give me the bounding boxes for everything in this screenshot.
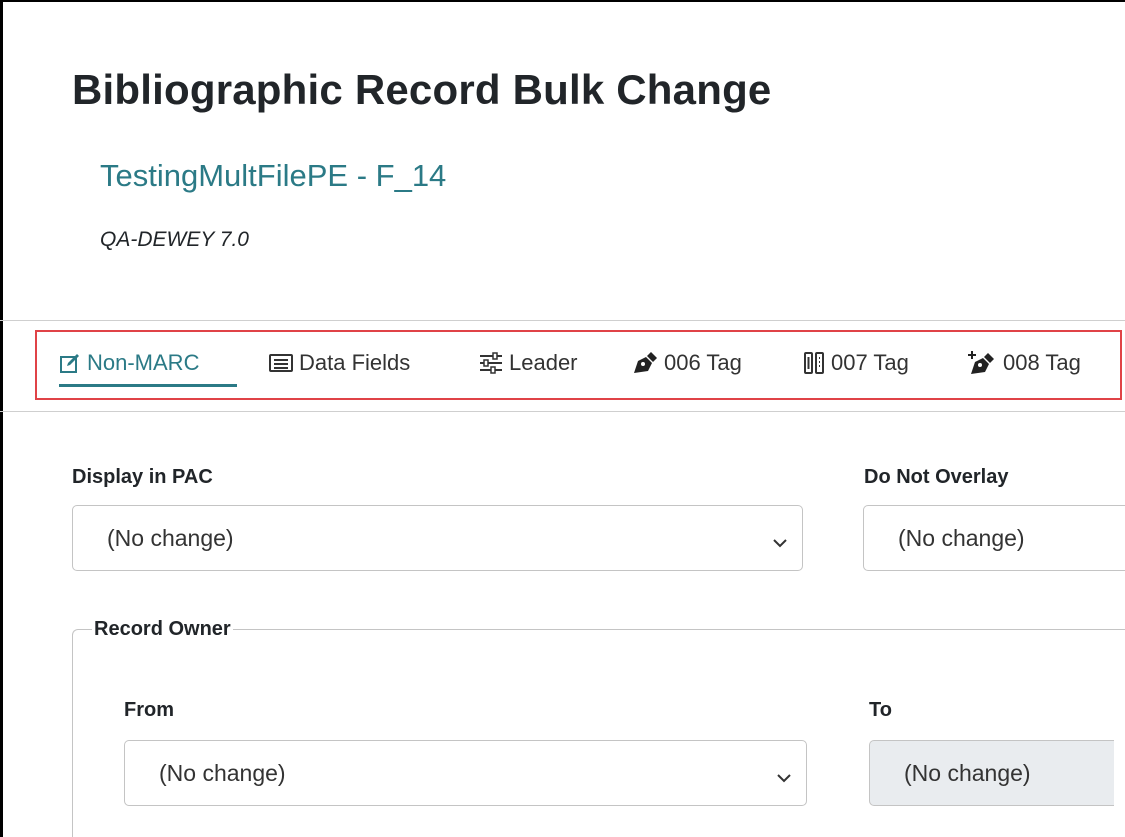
to-label: To — [869, 699, 892, 721]
chevron-down-icon — [776, 765, 792, 792]
divider — [0, 411, 1125, 412]
tab-006-tag[interactable]: 006 Tag — [632, 346, 742, 380]
tab-label: Leader — [509, 350, 578, 375]
tab-bar: Non-MARC Data Fields Leader 006 Tag 007 … — [35, 330, 1122, 400]
active-tab-indicator — [59, 384, 237, 387]
pen-nib-plus-icon — [967, 350, 997, 376]
tab-007-tag[interactable]: 007 Tag — [803, 346, 909, 380]
edit-square-icon — [59, 352, 81, 374]
columns-icon — [803, 351, 825, 375]
from-label: From — [124, 699, 174, 721]
divider — [0, 320, 1125, 321]
tab-label: 006 Tag — [664, 350, 742, 375]
record-owner-legend: Record Owner — [92, 618, 233, 641]
database-name: QA-DEWEY 7.0 — [100, 228, 249, 251]
tab-008-tag[interactable]: 008 Tag — [967, 346, 1081, 380]
record-set-name: TestingMultFilePE - F_14 — [100, 158, 447, 193]
record-owner-from-select[interactable]: (No change) — [124, 740, 807, 806]
list-card-icon — [269, 353, 293, 373]
do-not-overlay-label: Do Not Overlay — [864, 466, 1009, 488]
tab-non-marc[interactable]: Non-MARC — [59, 346, 199, 380]
select-value: (No change) — [904, 759, 1031, 786]
tab-data-fields[interactable]: Data Fields — [269, 346, 410, 380]
tab-leader[interactable]: Leader — [479, 346, 578, 380]
do-not-overlay-select[interactable]: (No change) — [863, 505, 1125, 571]
tab-label: 007 Tag — [831, 350, 909, 375]
display-in-pac-select[interactable]: (No change) — [72, 505, 803, 571]
tab-label: 008 Tag — [1003, 350, 1081, 375]
record-owner-to-select[interactable]: (No change) — [869, 740, 1114, 806]
page-title: Bibliographic Record Bulk Change — [72, 66, 772, 113]
select-value: (No change) — [107, 524, 234, 551]
chevron-down-icon — [772, 530, 788, 557]
sliders-icon — [479, 352, 503, 374]
select-value: (No change) — [159, 759, 286, 786]
select-value: (No change) — [898, 524, 1025, 551]
pen-nib-icon — [632, 351, 658, 375]
tab-label: Non-MARC — [87, 350, 200, 375]
display-in-pac-label: Display in PAC — [72, 466, 213, 488]
tab-label: Data Fields — [299, 350, 411, 375]
